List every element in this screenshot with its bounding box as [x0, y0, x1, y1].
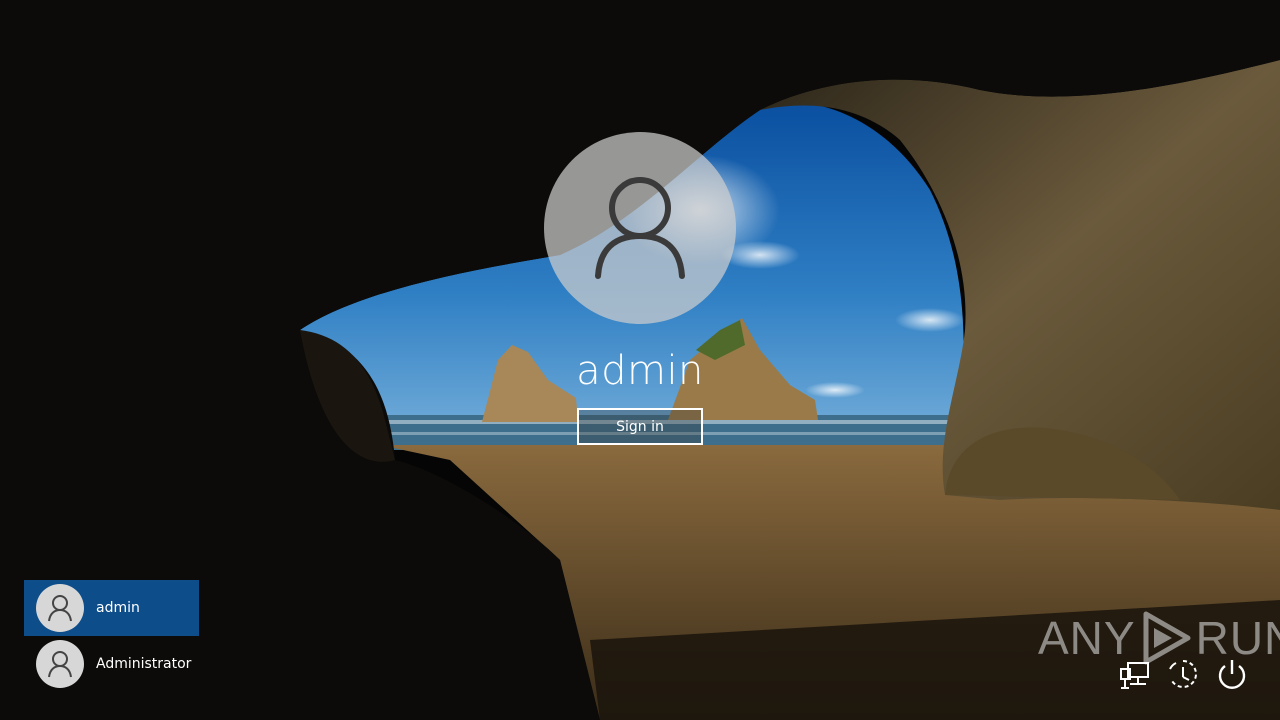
user-tile-administrator[interactable]: Administrator — [24, 636, 199, 692]
person-icon — [36, 584, 84, 632]
user-avatar-large — [544, 132, 736, 324]
person-icon — [595, 177, 685, 279]
user-tile-label: admin — [96, 600, 140, 616]
person-icon — [36, 640, 84, 688]
power-icon[interactable] — [1215, 657, 1249, 691]
network-icon[interactable] — [1118, 657, 1152, 691]
user-switcher: admin Administrator — [24, 580, 199, 692]
user-tile-label: Administrator — [96, 656, 192, 672]
ease-of-access-icon[interactable] — [1166, 657, 1200, 691]
sign-in-button[interactable]: Sign in — [577, 408, 703, 445]
login-username: admin — [576, 348, 704, 394]
user-tile-admin[interactable]: admin — [24, 580, 199, 636]
